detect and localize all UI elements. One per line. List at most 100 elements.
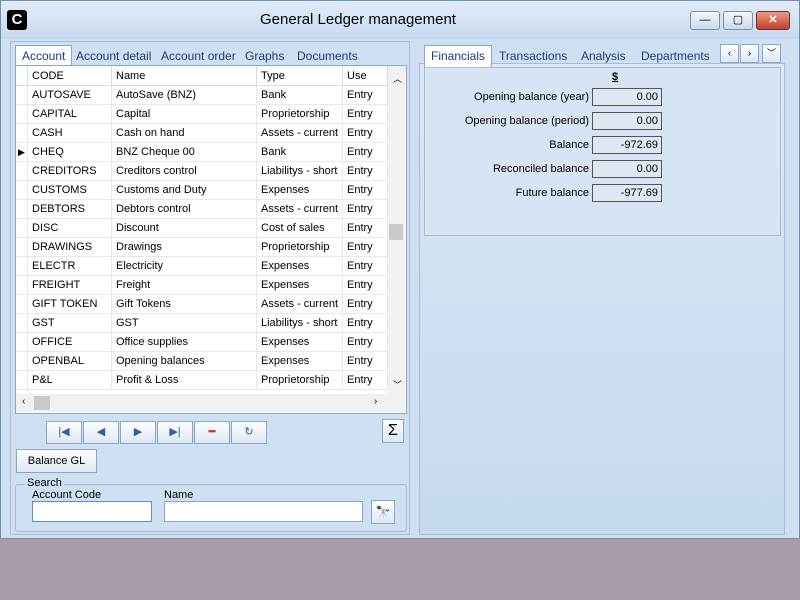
- code-cell[interactable]: ELECTR: [27, 256, 112, 276]
- name-cell[interactable]: Debtors control: [111, 199, 257, 219]
- balance-gl-button[interactable]: Balance GL: [16, 449, 97, 473]
- name-cell[interactable]: Opening balances: [111, 351, 257, 371]
- use-cell[interactable]: Entry: [342, 237, 388, 257]
- table-row[interactable]: DRAWINGS Drawings Proprietorship Entry: [16, 237, 388, 257]
- use-cell[interactable]: Entry: [342, 142, 388, 162]
- code-cell[interactable]: OPENBAL: [27, 351, 112, 371]
- accounts-grid[interactable]: CODE Name Type Use AUTOSAVE AutoSave (BNZ…: [15, 65, 407, 414]
- code-cell[interactable]: CHEQ: [27, 142, 112, 162]
- tab-account[interactable]: Account: [15, 45, 73, 67]
- horizontal-scroll-thumb[interactable]: [34, 396, 50, 410]
- use-cell[interactable]: Entry: [342, 180, 388, 200]
- name-cell[interactable]: Capital: [111, 104, 257, 124]
- name-cell[interactable]: Profit & Loss: [111, 370, 257, 390]
- name-cell[interactable]: Drawings: [111, 237, 257, 257]
- tab-account-order[interactable]: Account order: [155, 46, 242, 66]
- last-record-button[interactable]: ▶|: [157, 421, 193, 444]
- delete-record-button[interactable]: ━: [194, 421, 230, 444]
- code-cell[interactable]: DRAWINGS: [27, 237, 112, 257]
- code-cell[interactable]: CASH: [27, 123, 112, 143]
- name-cell[interactable]: Electricity: [111, 256, 257, 276]
- code-cell[interactable]: GIFT TOKEN: [27, 294, 112, 314]
- table-row[interactable]: AUTOSAVE AutoSave (BNZ) Bank Entry: [16, 85, 388, 105]
- use-cell[interactable]: Entry: [342, 313, 388, 333]
- column-header-use[interactable]: Use: [342, 66, 388, 86]
- use-cell[interactable]: Entry: [342, 123, 388, 143]
- use-cell[interactable]: Entry: [342, 351, 388, 371]
- code-cell[interactable]: P&L: [27, 370, 112, 390]
- name-cell[interactable]: Freight: [111, 275, 257, 295]
- horizontal-scrollbar[interactable]: ‹ ›: [16, 394, 405, 412]
- use-cell[interactable]: Entry: [342, 294, 388, 314]
- table-row[interactable]: P&L Profit & Loss Proprietorship Entry: [16, 370, 388, 390]
- type-cell[interactable]: Proprietorship: [256, 237, 343, 257]
- maximize-button[interactable]: ▢: [723, 11, 753, 30]
- code-cell[interactable]: DEBTORS: [27, 199, 112, 219]
- name-cell[interactable]: AutoSave (BNZ): [111, 85, 257, 105]
- use-cell[interactable]: Entry: [342, 161, 388, 181]
- name-cell[interactable]: Cash on hand: [111, 123, 257, 143]
- sum-button[interactable]: Σ: [382, 419, 404, 443]
- table-row[interactable]: OPENBAL Opening balances Expenses Entry: [16, 351, 388, 371]
- vertical-scroll-thumb[interactable]: [389, 224, 403, 240]
- scroll-left-icon[interactable]: ‹: [22, 396, 25, 407]
- tab-account-detail[interactable]: Account detail: [70, 46, 157, 66]
- use-cell[interactable]: Entry: [342, 85, 388, 105]
- name-input[interactable]: [164, 501, 363, 522]
- type-cell[interactable]: Assets - current: [256, 123, 343, 143]
- name-cell[interactable]: Creditors control: [111, 161, 257, 181]
- binoculars-search-icon[interactable]: 🔭: [371, 500, 395, 524]
- column-header-name[interactable]: Name: [111, 66, 257, 86]
- tab-transactions[interactable]: Transactions: [493, 46, 573, 66]
- next-record-button[interactable]: ▶: [120, 421, 156, 444]
- first-record-button[interactable]: |◀: [46, 421, 82, 444]
- table-row[interactable]: CAPITAL Capital Proprietorship Entry: [16, 104, 388, 124]
- tab-documents[interactable]: Documents: [291, 46, 364, 66]
- type-cell[interactable]: Expenses: [256, 180, 343, 200]
- code-cell[interactable]: AUTOSAVE: [27, 85, 112, 105]
- name-cell[interactable]: Discount: [111, 218, 257, 238]
- type-cell[interactable]: Bank: [256, 142, 343, 162]
- table-row[interactable]: CASH Cash on hand Assets - current Entry: [16, 123, 388, 143]
- table-row[interactable]: GST GST Liabilitys - short Entry: [16, 313, 388, 333]
- scroll-down-icon[interactable]: ﹀: [393, 378, 402, 391]
- tab-scroll-left-icon[interactable]: ‹: [720, 44, 739, 63]
- type-cell[interactable]: Proprietorship: [256, 370, 343, 390]
- name-cell[interactable]: Customs and Duty: [111, 180, 257, 200]
- tab-graphs[interactable]: Graphs: [239, 46, 290, 66]
- tab-analysis[interactable]: Analysis: [575, 46, 632, 66]
- table-row[interactable]: FREIGHT Freight Expenses Entry: [16, 275, 388, 295]
- use-cell[interactable]: Entry: [342, 199, 388, 219]
- tab-financials[interactable]: Financials: [424, 45, 493, 67]
- type-cell[interactable]: Bank: [256, 85, 343, 105]
- scroll-right-icon[interactable]: ›: [374, 396, 377, 407]
- prev-record-button[interactable]: ◀: [83, 421, 119, 444]
- column-header-code[interactable]: CODE: [27, 66, 112, 86]
- table-row[interactable]: GIFT TOKEN Gift Tokens Assets - current Ent…: [16, 294, 388, 314]
- table-row[interactable]: OFFICE Office supplies Expenses Entry: [16, 332, 388, 352]
- code-cell[interactable]: CUSTOMS: [27, 180, 112, 200]
- code-cell[interactable]: CREDITORS: [27, 161, 112, 181]
- table-row[interactable]: CUSTOMS Customs and Duty Expenses Entry: [16, 180, 388, 200]
- tab-departments[interactable]: Departments: [635, 46, 716, 66]
- tab-scroll-right-icon[interactable]: ›: [740, 44, 759, 63]
- name-cell[interactable]: BNZ Cheque 00: [111, 142, 257, 162]
- code-cell[interactable]: GST: [27, 313, 112, 333]
- close-button[interactable]: ✕: [756, 11, 790, 30]
- code-cell[interactable]: OFFICE: [27, 332, 112, 352]
- type-cell[interactable]: Assets - current: [256, 294, 343, 314]
- table-row[interactable]: DISC Discount Cost of sales Entry: [16, 218, 388, 238]
- type-cell[interactable]: Cost of sales: [256, 218, 343, 238]
- code-cell[interactable]: CAPITAL: [27, 104, 112, 124]
- tab-menu-chevron-down-icon[interactable]: ﹀: [762, 44, 781, 63]
- column-header-type[interactable]: Type: [256, 66, 343, 86]
- scroll-up-icon[interactable]: ︿: [393, 72, 402, 85]
- type-cell[interactable]: Expenses: [256, 275, 343, 295]
- type-cell[interactable]: Expenses: [256, 351, 343, 371]
- use-cell[interactable]: Entry: [342, 256, 388, 276]
- table-row[interactable]: DEBTORS Debtors control Assets - current En…: [16, 199, 388, 219]
- table-row[interactable]: CREDITORS Creditors control Liabilitys - s…: [16, 161, 388, 181]
- name-cell[interactable]: Office supplies: [111, 332, 257, 352]
- type-cell[interactable]: Expenses: [256, 332, 343, 352]
- type-cell[interactable]: Proprietorship: [256, 104, 343, 124]
